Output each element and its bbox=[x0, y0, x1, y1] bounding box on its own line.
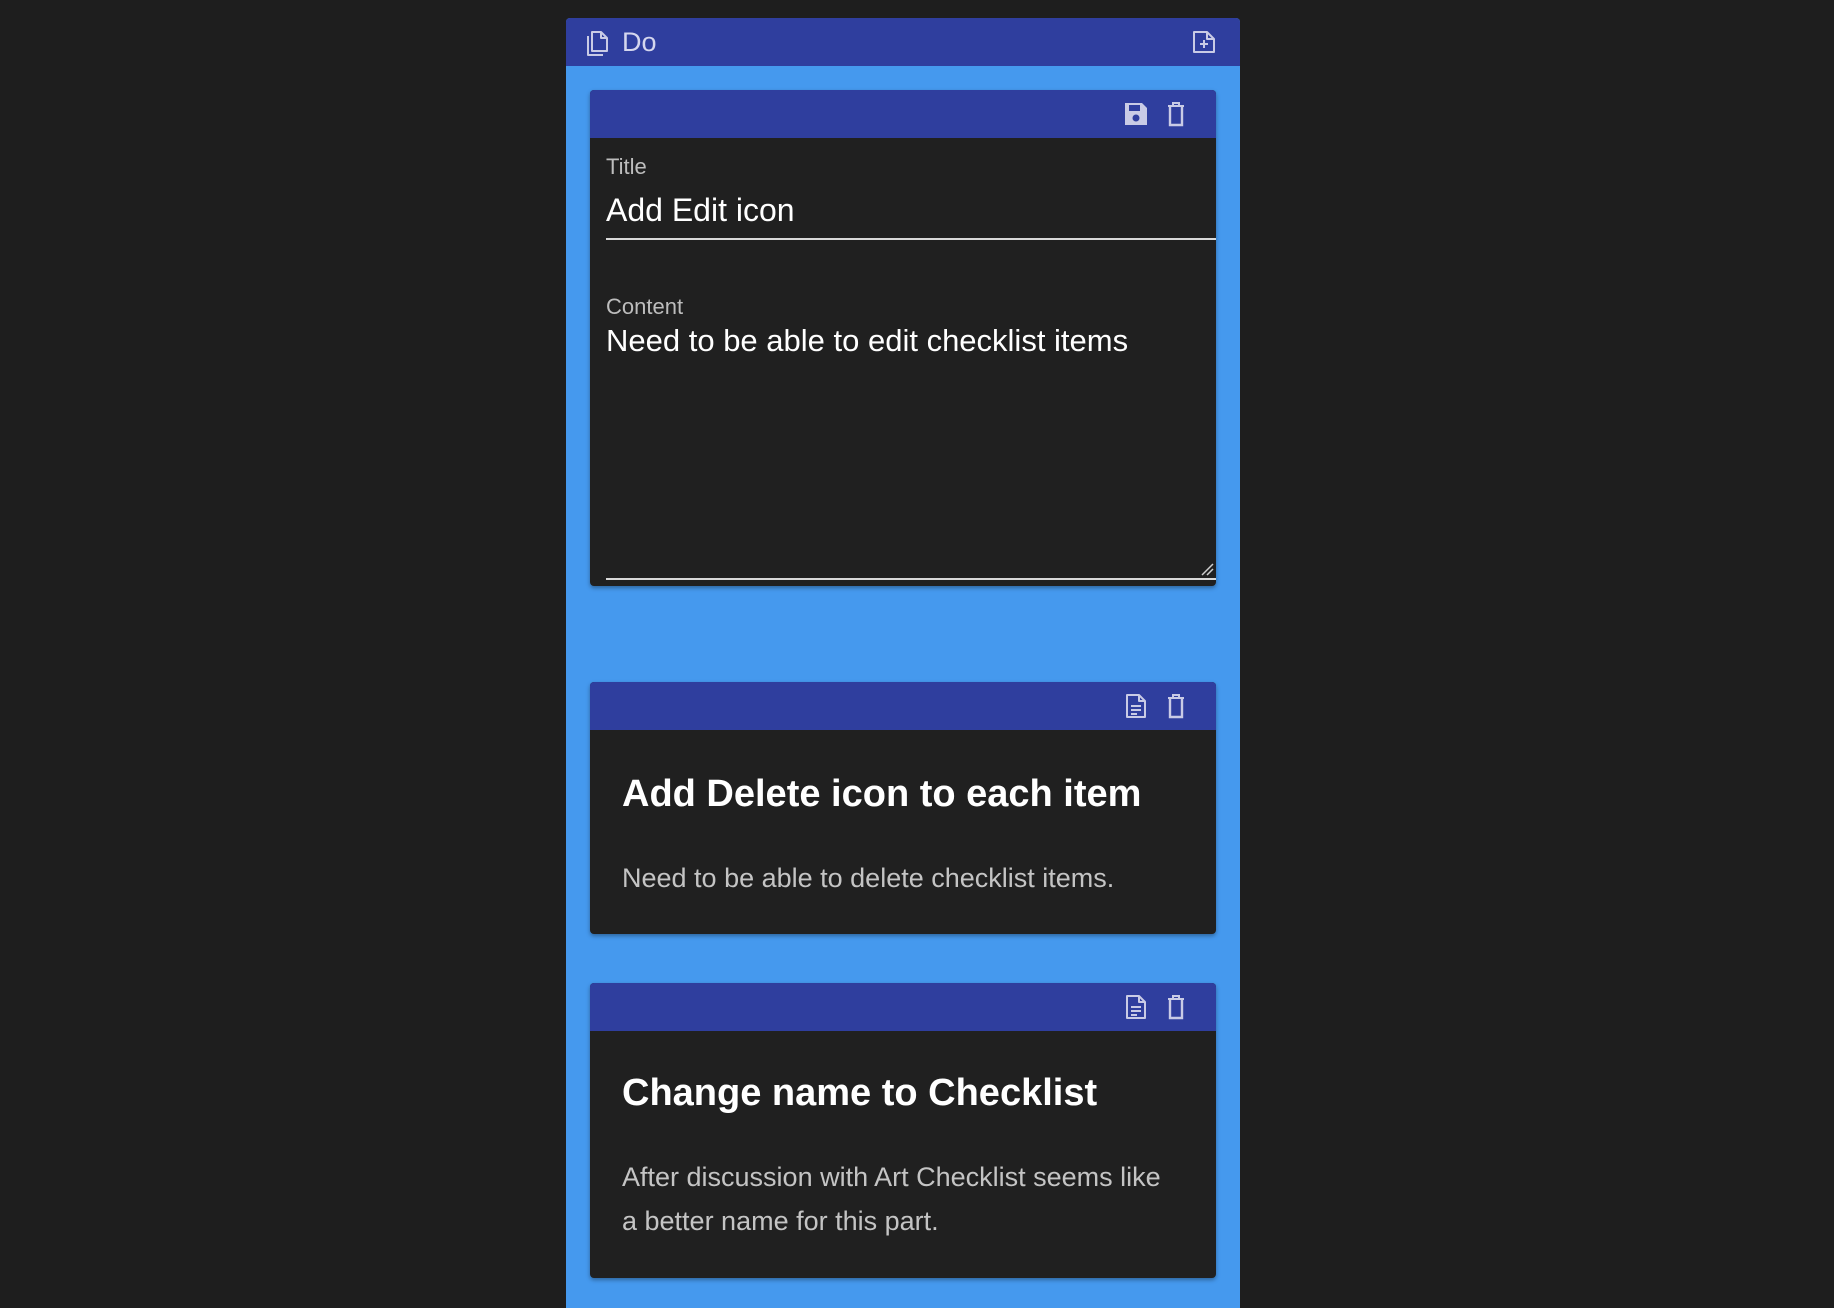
card-header bbox=[590, 682, 1216, 730]
column-title: Do bbox=[622, 27, 657, 57]
note-card[interactable]: Change name to Checklist After discussio… bbox=[590, 983, 1216, 1278]
edit-note-icon[interactable] bbox=[1122, 692, 1150, 720]
content-field[interactable]: Content Need to be able to edit checklis… bbox=[606, 294, 1216, 586]
add-note-icon[interactable] bbox=[1190, 28, 1218, 56]
card-header bbox=[590, 983, 1216, 1031]
title-field[interactable]: Title Add Edit icon bbox=[606, 154, 1216, 254]
delete-icon[interactable] bbox=[1162, 692, 1190, 720]
content-field-label: Content bbox=[606, 294, 684, 319]
column-do: Do Title Add Edit icon Content Need to b… bbox=[566, 18, 1240, 1308]
title-underline bbox=[606, 238, 1216, 240]
resize-handle-icon[interactable] bbox=[1200, 562, 1214, 576]
delete-icon[interactable] bbox=[1162, 993, 1190, 1021]
content-underline bbox=[606, 578, 1216, 580]
content-textarea[interactable]: Need to be able to edit checklist items bbox=[606, 322, 1216, 360]
column-header: Do bbox=[566, 18, 1240, 66]
card-header bbox=[590, 90, 1216, 138]
multi-document-icon bbox=[587, 31, 608, 56]
card-title: Add Delete icon to each item bbox=[622, 773, 1142, 815]
title-input[interactable]: Add Edit icon bbox=[606, 190, 1216, 230]
save-icon[interactable] bbox=[1122, 100, 1150, 128]
edit-card: Title Add Edit icon Content Need to be a… bbox=[590, 90, 1216, 586]
delete-icon[interactable] bbox=[1162, 100, 1190, 128]
title-field-label: Title bbox=[606, 154, 647, 179]
edit-note-icon[interactable] bbox=[1122, 993, 1150, 1021]
card-title: Change name to Checklist bbox=[622, 1072, 1098, 1114]
card-body: After discussion with Art Checklist seem… bbox=[622, 1162, 1161, 1236]
note-card[interactable]: Add Delete icon to each item Need to be … bbox=[590, 682, 1216, 934]
card-body: Need to be able to delete checklist item… bbox=[622, 863, 1115, 893]
